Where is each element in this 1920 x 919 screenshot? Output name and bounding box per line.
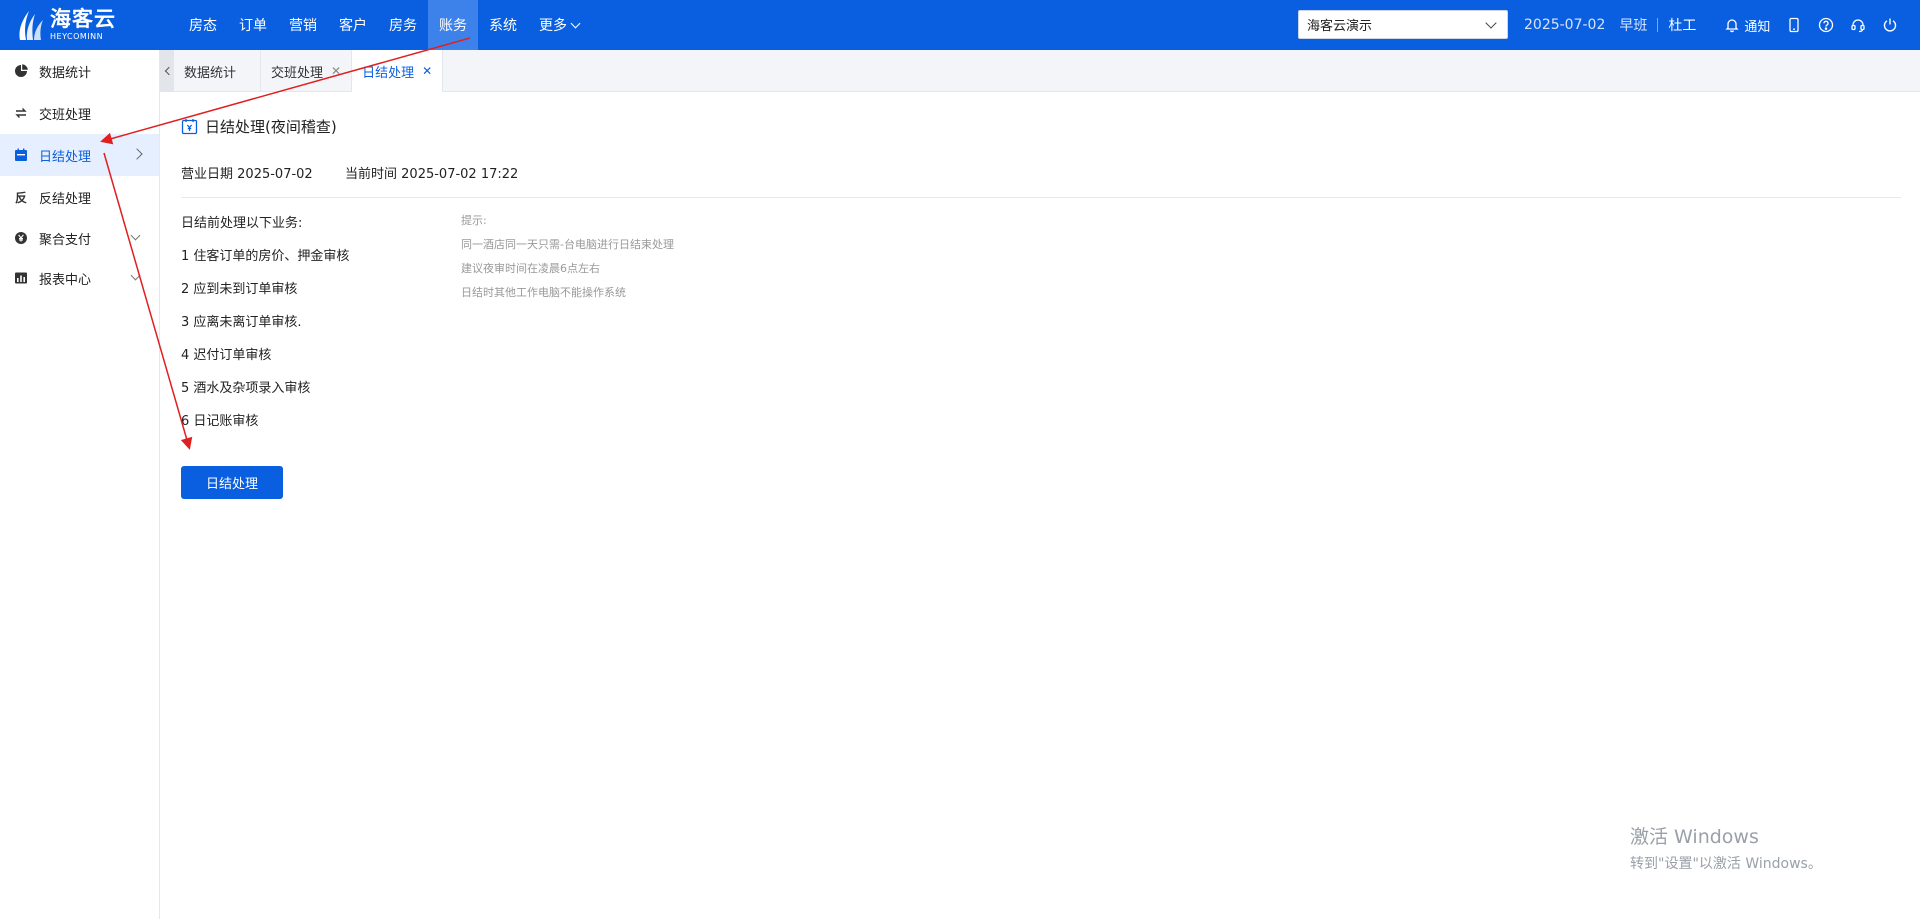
- headset-icon: [1851, 19, 1866, 33]
- page-title-text: 日结处理(夜间稽查): [205, 118, 337, 136]
- brand-logo[interactable]: 海客云 HEYCOMINN: [16, 6, 116, 44]
- power-icon: [1884, 18, 1897, 32]
- calendar-icon: [14, 148, 28, 162]
- hint-item: 建议夜审时间在凌晨6点左右: [461, 262, 600, 275]
- shift-label[interactable]: 早班: [1619, 15, 1647, 35]
- hotel-select[interactable]: 海客云演示: [1298, 10, 1508, 39]
- business-date-label: 营业日期: [181, 167, 234, 182]
- nav-item-room-status[interactable]: 房态: [178, 0, 228, 50]
- support-button[interactable]: [1850, 17, 1866, 33]
- nav-more-label: 更多: [539, 18, 567, 34]
- bar-chart-icon: [14, 271, 28, 285]
- date-info: 营业日期 2025-07-02 当前时间 2025-07-02 17:22: [181, 163, 518, 182]
- hint-title: 提示:: [461, 214, 487, 227]
- list-item: 6 日记账审核: [181, 414, 259, 429]
- header-status: 2025-07-02 早班 杜工 通知: [1524, 0, 1898, 50]
- divider: [181, 197, 1901, 198]
- list-item: 4 迟付订单审核: [181, 348, 272, 363]
- sidebar-item-label: 数据统计: [39, 65, 92, 81]
- mobile-phone-icon: [1789, 17, 1800, 33]
- tab-label: 交班处理: [271, 65, 324, 81]
- notice-button[interactable]: 通知: [1724, 16, 1770, 35]
- logo-waves-icon: [19, 11, 43, 40]
- header-divider: [1657, 18, 1659, 32]
- business-date-value: 2025-07-02: [237, 167, 313, 182]
- sidebar-item-aggregate-pay[interactable]: 聚合支付: [0, 218, 159, 258]
- sidebar-item-label: 反结处理: [39, 191, 92, 207]
- header-icons: 通知: [1724, 16, 1898, 35]
- nav-item-marketing[interactable]: 营销: [278, 0, 328, 50]
- brand-name: 海客云: [50, 7, 116, 31]
- sidebar-item-label: 交班处理: [39, 107, 92, 123]
- sidebar: 数据统计 交班处理 日结处理 反 反结处理 聚合支付 报表中心: [0, 50, 160, 919]
- current-time-value: 2025-07-02 17:22: [401, 167, 519, 182]
- mobile-button[interactable]: [1786, 17, 1802, 33]
- hints: 提示: 同一酒店同一天只需-台电脑进行日结束处理 建议夜审时间在凌晨6点左右 日…: [461, 213, 674, 309]
- day-end-button[interactable]: 日结处理: [181, 466, 283, 499]
- close-icon[interactable]: ✕: [422, 64, 432, 78]
- brand-name-en: HEYCOMINN: [50, 32, 104, 41]
- collapse-sidebar-button[interactable]: [160, 50, 174, 92]
- tab-label: 数据统计: [184, 65, 237, 81]
- chevron-right-icon: [131, 148, 143, 160]
- nav-item-customers[interactable]: 客户: [328, 0, 378, 50]
- tab-label: 日结处理: [362, 65, 415, 81]
- list-item: 5 酒水及杂项录入审核: [181, 381, 311, 396]
- sidebar-item-reverse-settle[interactable]: 反 反结处理: [0, 176, 159, 218]
- close-icon[interactable]: ✕: [331, 64, 341, 78]
- user-name[interactable]: 杜工: [1668, 15, 1696, 35]
- sidebar-item-day-end[interactable]: 日结处理: [0, 134, 159, 176]
- nav-item-housekeeping[interactable]: 房务: [378, 0, 428, 50]
- chevron-down-icon: [1485, 17, 1497, 29]
- annotation-arrows: [100, 37, 471, 450]
- page-title: 日结处理(夜间稽查): [181, 116, 337, 137]
- chevron-down-icon: [570, 18, 581, 28]
- yen-coin-icon: [14, 231, 28, 245]
- pie-chart-icon: [14, 64, 28, 78]
- notice-label: 通知: [1744, 19, 1771, 35]
- list-item: 2 应到未到订单审核: [181, 282, 298, 297]
- hint-item: 日结时其他工作电脑不能操作系统: [461, 286, 626, 299]
- list-intro: 日结前处理以下业务:: [181, 216, 303, 231]
- pre-check-list: 日结前处理以下业务: 1 住客订单的房价、押金审核 2 应到未到订单审核 3 应…: [181, 215, 349, 446]
- chevron-left-icon: [164, 66, 173, 76]
- list-item: 1 住客订单的房价、押金审核: [181, 249, 350, 264]
- reverse-glyph-icon: 反: [14, 190, 27, 205]
- tab-bar: 数据统计 交班处理 ✕ 日结处理 ✕: [160, 50, 1920, 92]
- calendar-yen-icon: [181, 119, 198, 135]
- nav-item-system[interactable]: 系统: [478, 0, 528, 50]
- bell-icon: [1725, 19, 1739, 33]
- list-item: 3 应离未离订单审核.: [181, 315, 302, 330]
- sidebar-item-reports[interactable]: 报表中心: [0, 258, 159, 298]
- nav-item-more[interactable]: 更多: [528, 0, 590, 50]
- sidebar-item-statistics[interactable]: 数据统计: [0, 50, 159, 92]
- chevron-down-icon: [130, 230, 141, 241]
- current-time-label: 当前时间: [345, 167, 398, 182]
- hotel-select-value: 海客云演示: [1307, 19, 1373, 34]
- main-nav: 房态 订单 营销 客户 房务 账务 系统 更多: [178, 0, 590, 50]
- swap-arrows-icon: [14, 106, 28, 120]
- business-date: 2025-07-02: [1524, 17, 1606, 33]
- sidebar-item-label: 报表中心: [39, 272, 92, 288]
- help-button[interactable]: [1818, 17, 1834, 33]
- sidebar-item-label: 日结处理: [39, 149, 92, 165]
- watermark-subtitle: 转到"设置"以激活 Windows。: [1630, 856, 1822, 872]
- hint-item: 同一酒店同一天只需-台电脑进行日结束处理: [461, 238, 674, 251]
- logout-button[interactable]: [1882, 17, 1898, 33]
- sidebar-item-label: 聚合支付: [39, 232, 92, 248]
- tab-day-end[interactable]: 日结处理 ✕: [352, 50, 444, 92]
- windows-activation-watermark: 激活 Windows 转到"设置"以激活 Windows。: [1630, 822, 1822, 873]
- question-circle-icon: [1819, 17, 1834, 33]
- top-bar: 海客云 HEYCOMINN 房态 订单 营销 客户 房务 账务 系统 更多 海客…: [0, 0, 1920, 50]
- watermark-title: 激活 Windows: [1630, 826, 1759, 848]
- tab-shift-handover[interactable]: 交班处理 ✕: [261, 50, 353, 92]
- tab-statistics[interactable]: 数据统计: [174, 50, 262, 92]
- nav-item-accounting[interactable]: 账务: [428, 0, 478, 50]
- nav-item-orders[interactable]: 订单: [228, 0, 278, 50]
- sidebar-item-shift-handover[interactable]: 交班处理: [0, 92, 159, 134]
- chevron-down-icon: [130, 270, 141, 281]
